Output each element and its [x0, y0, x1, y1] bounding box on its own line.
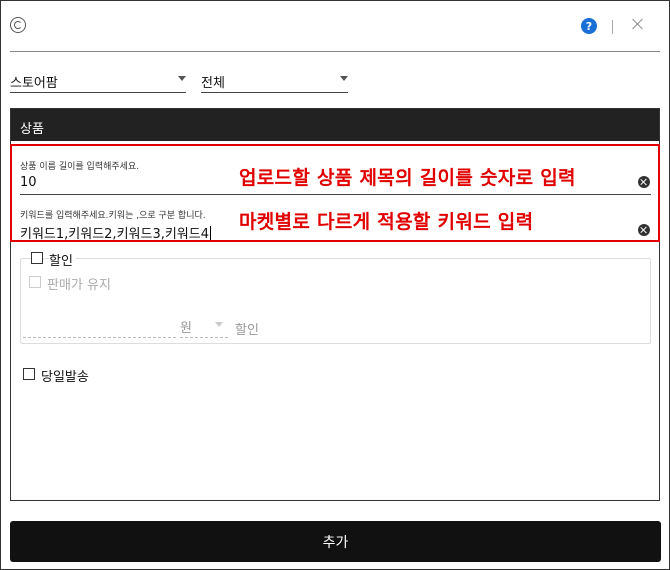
app-window: ? 스토어팜 전체 상품 상품 이름 길이를 입력해주세요. 10 키워드를 입…: [0, 0, 670, 570]
chevron-down-icon: [340, 76, 348, 81]
discount-group: [20, 258, 651, 344]
keep-price-checkbox[interactable]: [29, 276, 41, 288]
titlebar-divider: [10, 51, 660, 52]
annotation-title-length: 업로드할 상품 제목의 길이를 숫자로 입력: [239, 167, 576, 189]
titlebar-separator: [612, 20, 613, 34]
scope-select-value: 전체: [201, 76, 225, 91]
app-logo-icon: [10, 17, 26, 33]
close-icon[interactable]: [629, 15, 647, 33]
chevron-down-icon: [178, 76, 186, 81]
help-icon[interactable]: ?: [581, 18, 597, 34]
discount-unit-underline: [180, 337, 228, 338]
store-select-value: 스토어팜: [10, 76, 58, 91]
chevron-down-icon: [215, 322, 223, 327]
discount-amount-input[interactable]: [23, 337, 176, 338]
discount-suffix: 할인: [235, 323, 259, 338]
discount-unit-select[interactable]: 원: [180, 317, 192, 336]
same-day-checkbox[interactable]: [23, 368, 35, 380]
store-select[interactable]: 스토어팜: [10, 67, 186, 93]
panel-header: 상품: [11, 109, 659, 141]
annotation-keywords: 마켓별로 다르게 적용할 키워드 입력: [239, 211, 534, 233]
scope-select[interactable]: 전체: [201, 67, 348, 93]
discount-label: 할인: [49, 250, 76, 269]
keep-price-label: 판매가 유지: [47, 278, 111, 293]
discount-checkbox[interactable]: [31, 252, 43, 264]
same-day-label: 당일발송: [41, 370, 89, 385]
add-button[interactable]: 추가: [10, 521, 661, 562]
